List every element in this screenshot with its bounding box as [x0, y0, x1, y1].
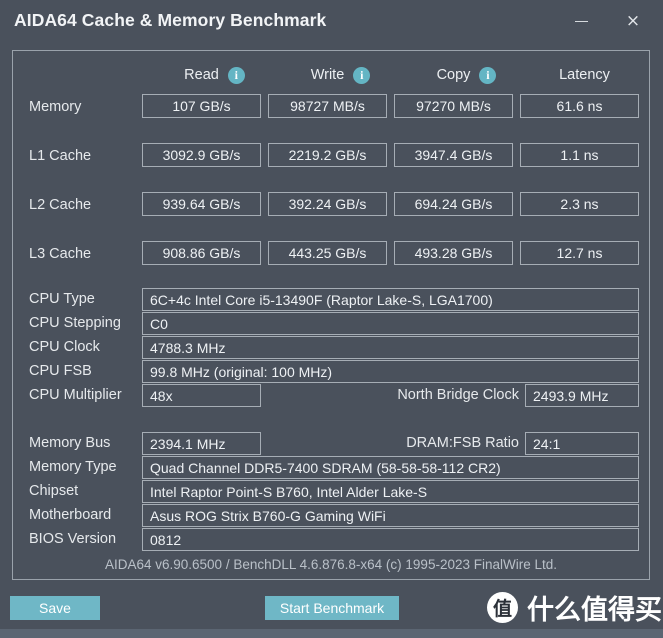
label-cpu-stepping: CPU Stepping — [29, 315, 121, 331]
cell-memory-read: 107 GB/s — [142, 94, 261, 118]
value-cpu-multiplier: 48x — [142, 384, 261, 407]
cell-l3-latency: 12.7 ns — [520, 241, 639, 265]
row-label-l3-cache: L3 Cache — [29, 246, 92, 262]
info-icon-read[interactable] — [227, 66, 245, 84]
value-memory-bus: 2394.1 MHz — [142, 432, 261, 455]
value-chipset: Intel Raptor Point-S B760, Intel Alder L… — [142, 480, 639, 503]
credit-text: AIDA64 v6.90.6500 / BenchDLL 4.6.876.8-x… — [104, 556, 558, 572]
label-north-bridge-clock: North Bridge Clock — [397, 387, 519, 403]
column-header-write: Write — [269, 64, 412, 86]
column-header-copy: Copy — [395, 64, 538, 86]
cell-l3-write: 443.25 GB/s — [268, 241, 387, 265]
save-button[interactable]: Save — [10, 596, 100, 620]
value-cpu-type: 6C+4c Intel Core i5-13490F (Raptor Lake-… — [142, 288, 639, 311]
label-dram-fsb-ratio: DRAM:FSB Ratio — [406, 435, 519, 451]
value-motherboard: Asus ROG Strix B760-G Gaming WiFi — [142, 504, 639, 527]
cell-l1-latency: 1.1 ns — [520, 143, 639, 167]
column-header-latency: Latency — [559, 67, 610, 83]
cell-l2-read: 939.64 GB/s — [142, 192, 261, 216]
cell-l1-write: 2219.2 GB/s — [268, 143, 387, 167]
value-north-bridge-clock: 2493.9 MHz — [525, 384, 639, 407]
cell-l1-read: 3092.9 GB/s — [142, 143, 261, 167]
value-cpu-clock: 4788.3 MHz — [142, 336, 639, 359]
watermark: 值 什么值得买 — [487, 589, 662, 626]
minimize-button[interactable] — [562, 4, 600, 38]
bottom-strip — [0, 629, 663, 638]
value-dram-fsb-ratio: 24:1 — [525, 432, 639, 455]
info-icon-write[interactable] — [353, 66, 371, 84]
close-icon: × — [625, 10, 641, 31]
row-label-memory: Memory — [29, 99, 82, 115]
label-bios-version: BIOS Version — [29, 531, 117, 547]
main-panel: Read Write Copy Latency Memory 107 GB/s … — [12, 50, 650, 580]
title-bar: AIDA64 Cache & Memory Benchmark × — [0, 0, 663, 46]
cell-memory-copy: 97270 MB/s — [394, 94, 513, 118]
label-cpu-type: CPU Type — [29, 291, 95, 307]
label-cpu-fsb: CPU FSB — [29, 363, 92, 379]
value-memory-type: Quad Channel DDR5-7400 SDRAM (58-58-58-1… — [142, 456, 639, 479]
row-label-l2-cache: L2 Cache — [29, 197, 92, 213]
cell-l3-copy: 493.28 GB/s — [394, 241, 513, 265]
value-bios-version: 0812 — [142, 528, 639, 551]
window-title: AIDA64 Cache & Memory Benchmark — [14, 10, 327, 30]
start-benchmark-button[interactable]: Start Benchmark — [265, 596, 399, 620]
watermark-logo-icon: 值 — [487, 591, 518, 623]
cell-l3-read: 908.86 GB/s — [142, 241, 261, 265]
cell-memory-latency: 61.6 ns — [520, 94, 639, 118]
row-label-l1-cache: L1 Cache — [29, 148, 92, 164]
cell-l1-copy: 3947.4 GB/s — [394, 143, 513, 167]
label-memory-type: Memory Type — [29, 459, 117, 475]
cell-memory-write: 98727 MB/s — [268, 94, 387, 118]
info-icon-copy[interactable] — [479, 66, 497, 84]
value-cpu-stepping: C0 — [142, 312, 639, 335]
label-chipset: Chipset — [29, 483, 79, 499]
label-memory-bus: Memory Bus — [29, 435, 111, 451]
label-cpu-multiplier: CPU Multiplier — [29, 387, 122, 403]
close-button[interactable]: × — [614, 4, 652, 38]
cell-l2-write: 392.24 GB/s — [268, 192, 387, 216]
label-cpu-clock: CPU Clock — [29, 339, 100, 355]
minimize-icon — [574, 20, 588, 22]
label-motherboard: Motherboard — [29, 507, 112, 523]
column-header-read: Read — [143, 64, 286, 86]
watermark-text: 什么值得买 — [527, 594, 662, 626]
cell-l2-copy: 694.24 GB/s — [394, 192, 513, 216]
value-cpu-fsb: 99.8 MHz (original: 100 MHz) — [142, 360, 639, 383]
cell-l2-latency: 2.3 ns — [520, 192, 639, 216]
